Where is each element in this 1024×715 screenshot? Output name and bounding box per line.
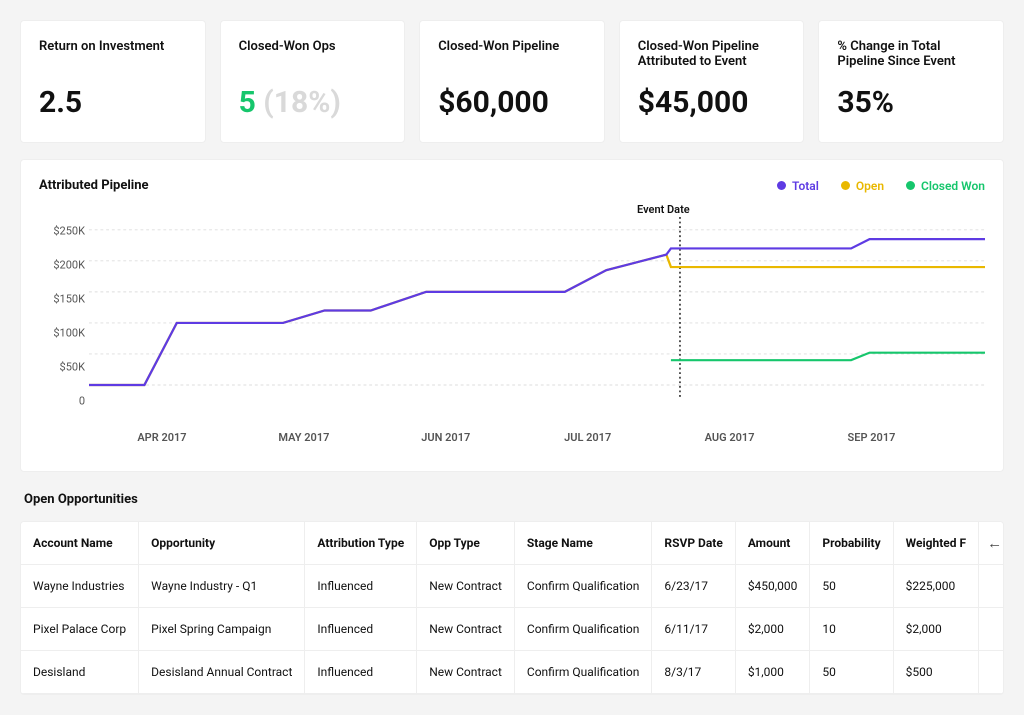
kpi-label: Return on Investment [39,39,187,73]
table-cell: Confirm Qualification [514,565,652,608]
y-tick: 0 [35,395,85,408]
table-cell: New Contract [417,608,515,651]
y-tick: $250K [35,225,85,238]
kpi-card-attributed: Closed-Won Pipeline Attributed to Event … [619,20,805,143]
table-cell: Influenced [305,565,417,608]
table-row[interactable]: DesislandDesisland Annual ContractInflue… [21,651,1004,694]
event-date-label: Event Date [637,203,690,216]
kpi-label: Closed-Won Pipeline [438,39,586,73]
line-chart [89,217,985,427]
table-cell: New Contract [417,651,515,694]
table-cell: $2,000 [893,608,978,651]
x-tick: MAY 2017 [278,431,329,444]
series-open [89,255,985,385]
y-tick: $100K [35,327,85,340]
chart-title: Attributed Pipeline [39,178,149,193]
x-tick: JUN 2017 [421,431,470,444]
chart-area: Event Date $250K $200K $150K $100K $50K … [39,203,985,453]
table-cell: $225,000 [893,565,978,608]
kpi-value: $60,000 [438,85,586,120]
legend-label: Open [856,179,884,193]
table-cell-empty [979,565,1004,608]
kpi-card-closed-won-ops: Closed-Won Ops 5 (18%) [220,20,406,143]
kpi-label: Closed-Won Ops [239,39,387,73]
kpi-value: 2.5 [39,85,187,120]
table-header-row: Account Name Opportunity Attribution Typ… [21,522,1004,565]
table-cell-empty [979,608,1004,651]
col-attribution[interactable]: Attribution Type [305,522,417,565]
table-title: Open Opportunities [24,492,1004,507]
kpi-value: 35% [837,85,985,120]
table-cell-empty [979,651,1004,694]
col-amount[interactable]: Amount [735,522,810,565]
legend-label: Closed Won [921,179,985,193]
kpi-label: Closed-Won Pipeline Attributed to Event [638,39,786,73]
table-cell: Wayne Industries [21,565,139,608]
kpi-value-muted: (18%) [263,85,341,120]
x-tick: APR 2017 [137,431,186,444]
opportunities-table: Account Name Opportunity Attribution Typ… [20,521,1004,695]
col-stage[interactable]: Stage Name [514,522,652,565]
kpi-label: % Change in Total Pipeline Since Event [837,39,985,73]
table-cell: 50 [810,651,893,694]
chart-panel: Attributed Pipeline Total Open Closed Wo… [20,159,1004,472]
table-cell: Pixel Palace Corp [21,608,139,651]
legend-dot-icon [777,181,786,190]
y-tick: $50K [35,361,85,374]
table-cell: Confirm Qualification [514,651,652,694]
table-cell: 50 [810,565,893,608]
chart-header: Attributed Pipeline Total Open Closed Wo… [39,178,985,193]
table-row[interactable]: Wayne IndustriesWayne Industry - Q1Influ… [21,565,1004,608]
legend-label: Total [792,179,819,193]
table-cell: 6/11/17 [652,608,735,651]
table-cell: $2,000 [735,608,810,651]
x-tick: SEP 2017 [848,431,896,444]
col-opportunity[interactable]: Opportunity [139,522,305,565]
table-cell: Confirm Qualification [514,608,652,651]
y-tick: $150K [35,293,85,306]
kpi-value: 5 (18%) [239,85,387,120]
table-cell: Desisland [21,651,139,694]
legend-item-closed[interactable]: Closed Won [906,179,985,193]
kpi-card-closed-won-pipeline: Closed-Won Pipeline $60,000 [419,20,605,143]
kpi-value: $45,000 [638,85,786,120]
legend-dot-icon [841,181,850,190]
table-cell: $1,000 [735,651,810,694]
table-cell: $450,000 [735,565,810,608]
kpi-card-change: % Change in Total Pipeline Since Event 3… [818,20,1004,143]
kpi-card-row: Return on Investment 2.5 Closed-Won Ops … [20,20,1004,143]
col-prob[interactable]: Probability [810,522,893,565]
table-row[interactable]: Pixel Palace CorpPixel Spring CampaignIn… [21,608,1004,651]
kpi-card-roi: Return on Investment 2.5 [20,20,206,143]
y-tick: $200K [35,259,85,272]
x-tick: JUL 2017 [564,431,611,444]
table-cell: Pixel Spring Campaign [139,608,305,651]
table-cell: 6/23/17 [652,565,735,608]
table-cell: Influenced [305,608,417,651]
kpi-value-accent: 5 [239,85,256,120]
table-prev-button[interactable]: ← [979,522,1004,565]
x-tick: AUG 2017 [705,431,755,444]
table-cell: Influenced [305,651,417,694]
col-rsvp[interactable]: RSVP Date [652,522,735,565]
legend-item-total[interactable]: Total [777,179,819,193]
col-account[interactable]: Account Name [21,522,139,565]
table-cell: Wayne Industry - Q1 [139,565,305,608]
table-cell: New Contract [417,565,515,608]
legend-dot-icon [906,181,915,190]
table-cell: $500 [893,651,978,694]
table-cell: Desisland Annual Contract [139,651,305,694]
chart-legend: Total Open Closed Won [777,179,985,193]
col-weighted[interactable]: Weighted F [893,522,978,565]
legend-item-open[interactable]: Open [841,179,884,193]
arrow-left-icon: ← [987,534,1002,552]
table-cell: 8/3/17 [652,651,735,694]
table-cell: 10 [810,608,893,651]
col-opp-type[interactable]: Opp Type [417,522,515,565]
